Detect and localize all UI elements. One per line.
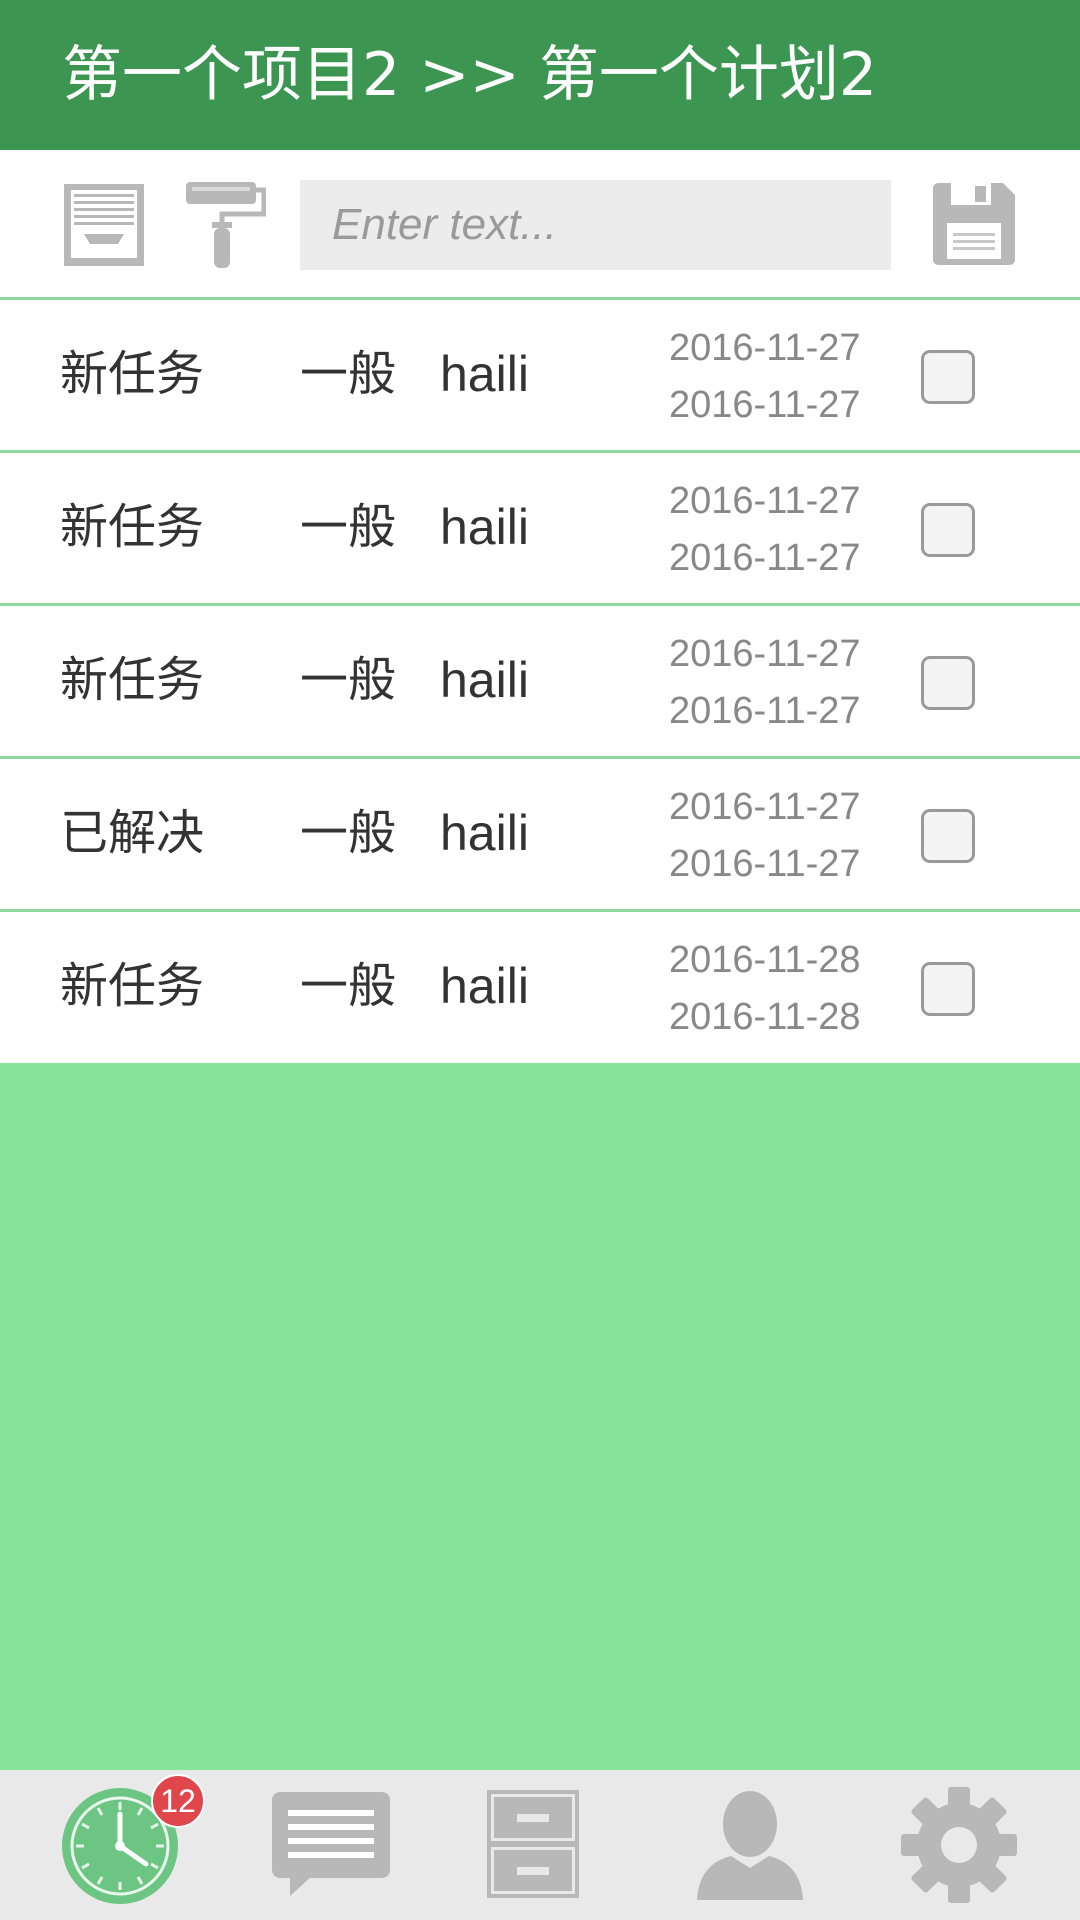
task-row[interactable]: 新任务 一般 haili 2016-11-27 2016-11-27 [0, 453, 1080, 606]
header-bar: 第一个项目2 >> 第一个计划2 [0, 0, 1080, 150]
nav-item-clock[interactable]: 12 [0, 1770, 216, 1920]
task-row[interactable]: 新任务 一般 haili 2016-11-27 2016-11-27 [0, 606, 1080, 759]
page-title: 第一个项目2 >> 第一个计划2 [62, 40, 878, 110]
notification-badge: 12 [151, 1774, 205, 1828]
message-icon [272, 1792, 390, 1896]
toolbar [0, 150, 1080, 300]
task-owner: haili [440, 805, 529, 861]
task-priority: 一般 [300, 499, 397, 555]
task-owner: haili [440, 652, 529, 708]
task-row[interactable]: 已解决 一般 haili 2016-11-27 2016-11-27 [0, 759, 1080, 912]
task-end-date: 2016-11-27 [669, 843, 861, 885]
search-input[interactable] [300, 180, 891, 270]
task-end-date: 2016-11-27 [669, 384, 861, 426]
task-start-date: 2016-11-27 [669, 327, 861, 369]
task-priority: 一般 [300, 805, 397, 861]
task-start-date: 2016-11-28 [669, 939, 861, 981]
task-owner: haili [440, 958, 529, 1014]
task-status: 新任务 [60, 346, 205, 402]
task-checkbox[interactable] [921, 962, 975, 1016]
task-end-date: 2016-11-27 [669, 537, 861, 579]
gear-icon [901, 1787, 1017, 1903]
empty-content-area [0, 1065, 1080, 1770]
task-status: 新任务 [60, 652, 205, 708]
file-cabinet-icon [487, 1790, 579, 1898]
task-owner: haili [440, 346, 529, 402]
nav-item-archive[interactable] [432, 1770, 648, 1920]
task-start-date: 2016-11-27 [669, 480, 861, 522]
task-checkbox[interactable] [921, 350, 975, 404]
nav-item-messages[interactable] [216, 1770, 432, 1920]
task-priority: 一般 [300, 652, 397, 708]
task-priority: 一般 [300, 958, 397, 1014]
bottom-nav: 12 [0, 1770, 1080, 1920]
task-start-date: 2016-11-27 [669, 633, 861, 675]
task-end-date: 2016-11-27 [669, 690, 861, 732]
task-status: 新任务 [60, 499, 205, 555]
nav-item-profile[interactable] [648, 1770, 864, 1920]
task-start-date: 2016-11-27 [669, 786, 861, 828]
task-status: 已解决 [60, 805, 205, 861]
task-priority: 一般 [300, 346, 397, 402]
paint-roller-icon[interactable] [186, 182, 266, 268]
task-checkbox[interactable] [921, 503, 975, 557]
task-checkbox[interactable] [921, 656, 975, 710]
task-list: 新任务 一般 haili 2016-11-27 2016-11-27 新任务 一… [0, 300, 1080, 1063]
inbox-icon[interactable] [64, 184, 144, 266]
task-row[interactable]: 新任务 一般 haili 2016-11-27 2016-11-27 [0, 300, 1080, 453]
user-icon [697, 1791, 803, 1900]
task-status: 新任务 [60, 958, 205, 1014]
task-row[interactable]: 新任务 一般 haili 2016-11-28 2016-11-28 [0, 912, 1080, 1063]
app-root: 第一个项目2 >> 第一个计划2 Enter text... 新任务 一般 ha… [0, 0, 1080, 1920]
save-icon[interactable] [933, 183, 1015, 265]
task-end-date: 2016-11-28 [669, 996, 861, 1038]
task-checkbox[interactable] [921, 809, 975, 863]
nav-item-settings[interactable] [864, 1770, 1080, 1920]
task-owner: haili [440, 499, 529, 555]
